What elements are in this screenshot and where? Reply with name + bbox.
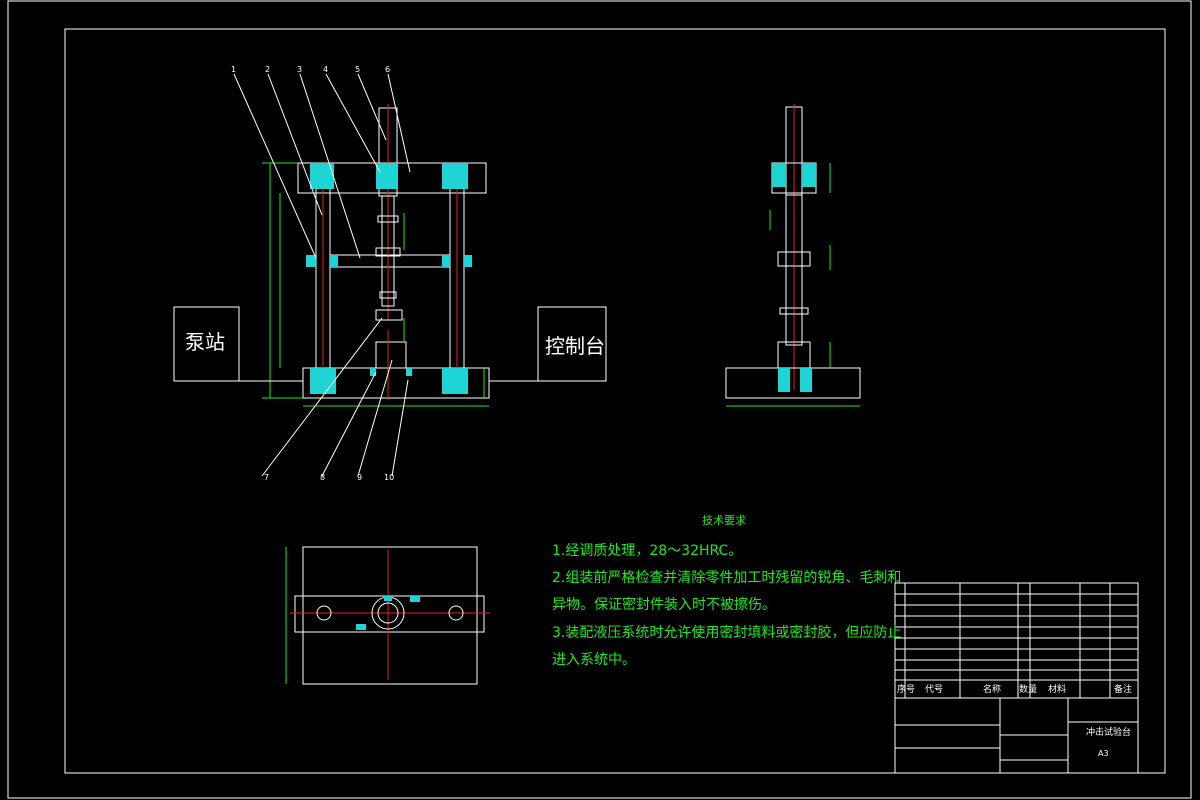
seal-group bbox=[306, 163, 472, 394]
tech-line-3: 异物。保证密封件装入时不被擦伤。 bbox=[552, 597, 776, 613]
header-material: 材料 bbox=[1048, 683, 1066, 695]
cad-drawing: 1 2 3 4 5 6 7 8 9 10 序号 代号 名称 数量 材料 备注 冲… bbox=[7, 0, 1192, 799]
tech-line-2: 2.组装前严格检查并清除零件加工时残留的锐角、毛刺和 bbox=[552, 570, 902, 586]
callout-10: 10 bbox=[384, 473, 394, 482]
tech-title: 技术要求 bbox=[702, 514, 746, 527]
front-view: 1 2 3 4 5 6 7 8 9 10 bbox=[231, 65, 490, 482]
callout-6: 6 bbox=[385, 65, 390, 74]
outer-frame bbox=[7, 0, 1192, 799]
title-block bbox=[894, 582, 1139, 774]
callout-2: 2 bbox=[265, 65, 270, 74]
callout-3: 3 bbox=[297, 65, 302, 74]
callout-8: 8 bbox=[320, 473, 325, 482]
bom-header: 序号 代号 名称 数量 材料 备注 bbox=[897, 683, 1132, 695]
middle-plate bbox=[329, 254, 451, 268]
top-view bbox=[285, 546, 490, 685]
callout-1: 1 bbox=[231, 65, 236, 74]
tech-line-5: 进入系统中。 bbox=[552, 652, 636, 668]
callout-5: 5 bbox=[355, 65, 360, 74]
pump-station-label: 泵站 bbox=[185, 330, 225, 354]
callout-4: 4 bbox=[323, 65, 328, 74]
header-code: 代号 bbox=[925, 684, 943, 695]
control-console-label: 控制台 bbox=[545, 334, 605, 358]
tech-line-4: 3.装配液压系统时允许使用密封填料或密封胶，但应防止 bbox=[552, 625, 902, 641]
bom-table bbox=[895, 583, 1138, 698]
callouts: 1 2 3 4 5 6 7 8 9 10 bbox=[231, 65, 394, 482]
side-view bbox=[725, 104, 861, 407]
leader-lines bbox=[233, 73, 411, 477]
header-seq: 序号 bbox=[897, 683, 915, 695]
drawing-name: 冲击试验台 bbox=[1086, 726, 1131, 738]
scale-mark: A3 bbox=[1098, 749, 1109, 758]
tech-line-1: 1.经调质处理，28～32HRC。 bbox=[552, 543, 743, 559]
header-remark: 备注 bbox=[1114, 683, 1132, 695]
callout-9: 9 bbox=[357, 473, 362, 482]
header-name: 名称 bbox=[983, 683, 1001, 695]
header-qty: 数量 bbox=[1019, 683, 1037, 695]
callout-7: 7 bbox=[264, 473, 269, 482]
